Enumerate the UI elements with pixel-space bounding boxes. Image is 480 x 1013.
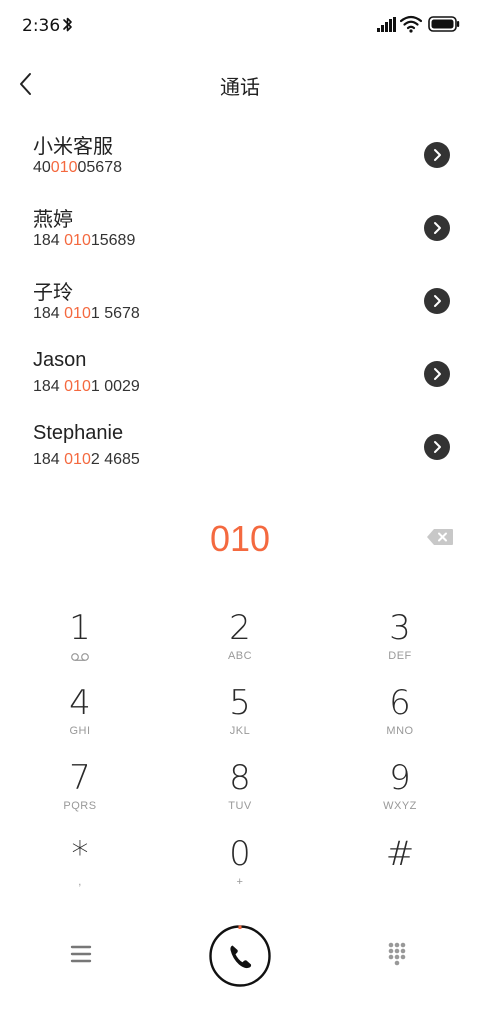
key-letters xyxy=(340,876,460,890)
contact-detail-button[interactable] xyxy=(424,142,450,168)
contact-detail-button[interactable] xyxy=(424,215,450,241)
battery-icon xyxy=(428,16,460,32)
key-letters: DEF xyxy=(388,650,412,662)
call-button[interactable] xyxy=(208,924,272,988)
key-0[interactable]: 0 + xyxy=(180,834,300,904)
backspace-icon xyxy=(427,529,453,545)
chevron-right-icon xyxy=(434,441,441,453)
key-8[interactable]: 8 TUV xyxy=(180,758,300,828)
key-letters: , xyxy=(78,876,82,888)
chevron-right-icon xyxy=(434,222,441,234)
key-1[interactable]: 1 xyxy=(20,608,140,678)
title-bar: 通话 xyxy=(0,60,480,108)
key-digit: 7 xyxy=(69,758,91,798)
keypad-toggle-button[interactable] xyxy=(386,942,412,968)
key-letters: WXYZ xyxy=(383,800,417,812)
key-digit: 8 xyxy=(229,758,251,798)
key-letters: ABC xyxy=(227,650,253,662)
contact-row[interactable]: Jason 184 0101 0029 xyxy=(0,339,480,412)
key-digit: * xyxy=(71,834,89,874)
key-7[interactable]: 7 PQRS xyxy=(20,758,140,828)
contact-row[interactable]: 小米客服 4001005678 xyxy=(0,120,480,193)
contact-row[interactable]: Stephanie 184 0102 4685 xyxy=(0,412,480,485)
key-digit: 9 xyxy=(389,758,411,798)
key-star[interactable]: * , xyxy=(20,834,140,904)
key-hash[interactable]: # xyxy=(340,834,460,904)
status-bar: 2:36 xyxy=(0,0,480,52)
key-digit: 4 xyxy=(69,683,91,723)
menu-button[interactable] xyxy=(68,942,94,966)
contact-name: 子玲 xyxy=(33,282,73,304)
bottom-bar xyxy=(0,918,480,994)
key-letters: MNO xyxy=(386,725,414,737)
key-digit: 6 xyxy=(389,683,411,723)
key-letters: TUV xyxy=(228,800,252,812)
match-highlight: 010 xyxy=(50,159,78,176)
key-6[interactable]: 6 MNO xyxy=(340,683,460,753)
contact-row[interactable]: 子玲 184 0101 5678 xyxy=(0,266,480,339)
contact-name: Stephanie xyxy=(33,422,124,444)
contact-number: 184 0101 0029 xyxy=(33,378,140,395)
chevron-right-icon xyxy=(434,368,441,380)
key-letters: + xyxy=(236,876,244,888)
contact-detail-button[interactable] xyxy=(424,434,450,460)
contact-number: 4001005678 xyxy=(33,159,122,176)
key-9[interactable]: 9 WXYZ xyxy=(340,758,460,828)
key-digit: 5 xyxy=(229,683,251,723)
dial-display: 010 xyxy=(0,512,480,564)
contact-name: 燕婷 xyxy=(33,209,73,231)
status-time: 2:36 xyxy=(22,16,61,36)
page-title: 通话 xyxy=(220,75,260,99)
chevron-right-icon xyxy=(434,295,441,307)
signal-icon xyxy=(377,17,396,32)
key-letters: JKL xyxy=(229,725,251,737)
backspace-button[interactable] xyxy=(426,528,454,546)
key-digit: 2 xyxy=(229,608,251,648)
contact-list: 小米客服 4001005678 燕婷 184 01015689 子玲 184 0… xyxy=(0,120,480,485)
dialpad-icon xyxy=(388,942,406,966)
match-highlight: 010 xyxy=(64,232,91,249)
contact-detail-button[interactable] xyxy=(424,288,450,314)
contact-row[interactable]: 燕婷 184 01015689 xyxy=(0,193,480,266)
contact-name: 小米客服 xyxy=(33,136,113,158)
wifi-icon xyxy=(400,15,422,33)
key-letters: GHI xyxy=(69,725,91,737)
bluetooth-icon xyxy=(63,17,72,32)
contact-number: 184 0102 4685 xyxy=(33,451,140,468)
contact-number: 184 01015689 xyxy=(33,232,136,249)
contact-detail-button[interactable] xyxy=(424,361,450,387)
key-letters: PQRS xyxy=(63,800,97,812)
dialed-number: 010 xyxy=(209,518,271,559)
key-digit: 3 xyxy=(389,608,411,648)
match-highlight: 010 xyxy=(64,451,91,468)
key-4[interactable]: 4 GHI xyxy=(20,683,140,753)
phone-icon xyxy=(209,925,271,987)
voicemail-icon xyxy=(71,653,89,661)
key-5[interactable]: 5 JKL xyxy=(180,683,300,753)
key-digit: 0 xyxy=(229,834,251,874)
match-highlight: 010 xyxy=(64,378,91,395)
key-2[interactable]: 2 ABC xyxy=(180,608,300,678)
key-digit: # xyxy=(385,834,415,874)
key-3[interactable]: 3 DEF xyxy=(340,608,460,678)
key-digit: 1 xyxy=(69,608,91,648)
contact-name: Jason xyxy=(33,349,87,371)
menu-icon xyxy=(70,945,92,963)
contact-number: 184 0101 5678 xyxy=(33,305,140,322)
match-highlight: 010 xyxy=(64,305,91,322)
chevron-right-icon xyxy=(434,149,441,161)
